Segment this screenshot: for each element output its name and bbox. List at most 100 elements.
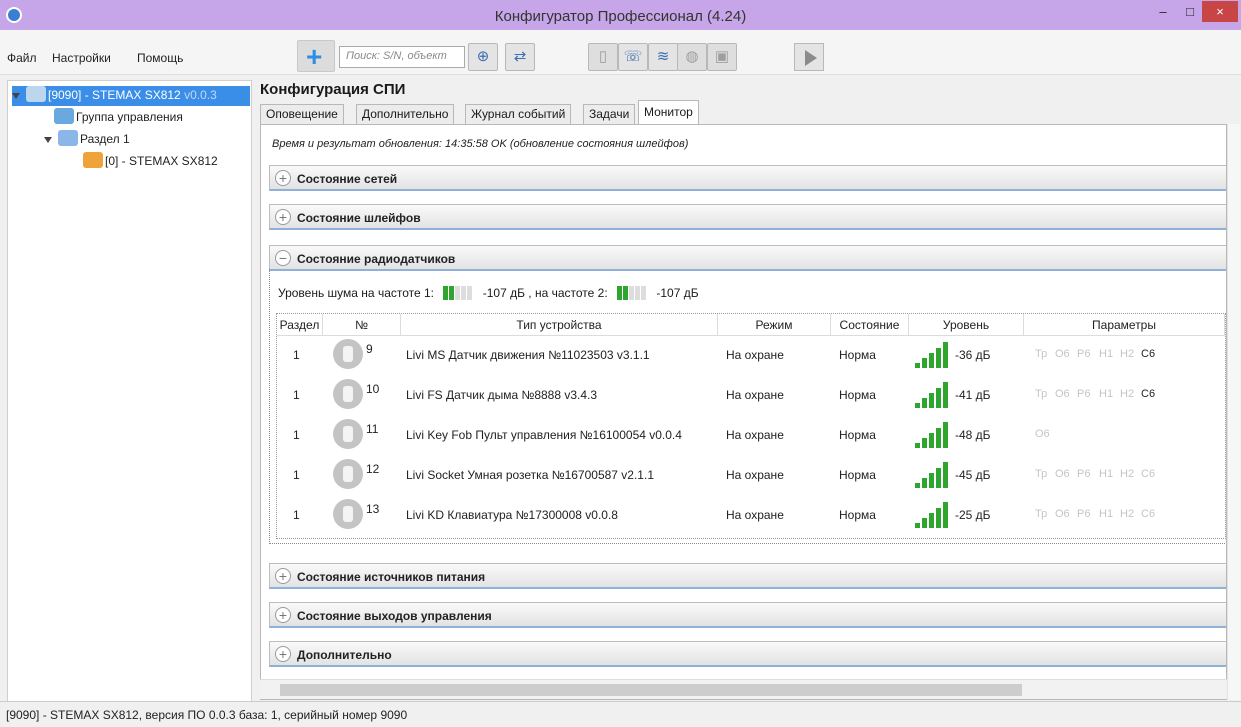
cell-section: 1 xyxy=(293,428,300,442)
search-object-button[interactable]: ⊕ xyxy=(468,43,498,71)
tab-tasks[interactable]: Задачи xyxy=(583,104,636,124)
cell-type: Livi KD Клавиатура №17300008 v0.0.8 xyxy=(406,508,618,522)
collapse-icon[interactable]: − xyxy=(275,250,291,266)
status-text: [9090] - STEMAX SX812, версия ПО 0.0.3 б… xyxy=(6,708,408,722)
maximize-button[interactable]: □ xyxy=(1177,1,1203,22)
play-button[interactable] xyxy=(794,43,824,71)
param-n2: Н2 xyxy=(1120,388,1135,400)
cell-section: 1 xyxy=(293,468,300,482)
cell-type: Livi Key Fob Пульт управления №16100054 … xyxy=(406,428,682,442)
noise-bars-icon xyxy=(617,286,647,303)
table-row[interactable]: 1 12 Livi Socket Умная розетка №16700587… xyxy=(277,456,1225,496)
device-icon: ▣ xyxy=(714,48,730,65)
expand-icon[interactable]: + xyxy=(275,646,291,662)
close-button[interactable]: × xyxy=(1202,1,1238,22)
signal-icon xyxy=(915,342,951,368)
table-row[interactable]: 1 9 Livi MS Датчик движения №11023503 v3… xyxy=(277,336,1225,376)
cell-level: -41 дБ xyxy=(955,388,991,402)
device-button[interactable]: ▣ xyxy=(707,43,737,71)
section-power[interactable]: + Состояние источников питания xyxy=(269,563,1226,589)
phone-icon: ☏ xyxy=(623,48,643,65)
cell-section: 1 xyxy=(293,348,300,362)
section-networks[interactable]: + Состояние сетей xyxy=(269,165,1226,191)
cell-level: -45 дБ xyxy=(955,468,991,482)
signal-icon xyxy=(915,502,951,528)
usb-icon: ▯ xyxy=(598,48,608,65)
expand-icon[interactable]: + xyxy=(275,568,291,584)
device-tree: [9090] - STEMAX SX812 v0.0.3 Группа упра… xyxy=(7,80,252,702)
menu-file[interactable]: Файл xyxy=(7,51,37,65)
cell-mode: На охране xyxy=(726,428,784,442)
param-tp: Тр xyxy=(1035,388,1048,400)
tree-item-group[interactable]: Группа управления xyxy=(54,108,183,128)
col-header[interactable]: Уровень xyxy=(909,314,1024,336)
cell-section: 1 xyxy=(293,508,300,522)
tab-monitor[interactable]: Монитор xyxy=(638,100,699,124)
search-icon: ⊕ xyxy=(476,48,490,65)
param-o6: О6 xyxy=(1035,428,1050,440)
section-label: Состояние выходов управления xyxy=(297,609,492,623)
menu-settings[interactable]: Настройки xyxy=(52,51,111,65)
expand-icon[interactable] xyxy=(12,93,20,99)
section-outputs[interactable]: + Состояние выходов управления xyxy=(269,602,1226,628)
noise-bars-icon xyxy=(443,286,473,303)
tree-item-section[interactable]: Раздел 1 xyxy=(44,130,130,150)
table-row[interactable]: 1 10 Livi FS Датчик дыма №8888 v3.4.3 На… xyxy=(277,376,1225,416)
usb-button[interactable]: ▯ xyxy=(588,43,618,71)
section-radio-sensors[interactable]: − Состояние радиодатчиков xyxy=(269,245,1226,271)
expand-icon[interactable] xyxy=(44,137,52,143)
menu-help[interactable]: Помощь xyxy=(137,51,183,65)
param-n1: Н1 xyxy=(1099,468,1114,480)
col-header[interactable]: Тип устройства xyxy=(401,314,718,336)
phone-button[interactable]: ☏ xyxy=(618,43,648,71)
tree-section-label: Раздел 1 xyxy=(80,132,130,146)
param-o6: О6 xyxy=(1055,388,1070,400)
section-label: Состояние шлейфов xyxy=(297,211,421,225)
param-r6: Р6 xyxy=(1077,388,1091,400)
col-header[interactable]: Режим xyxy=(718,314,831,336)
table-row[interactable]: 1 11 Livi Key Fob Пульт управления №1610… xyxy=(277,416,1225,456)
table-row[interactable]: 1 13 Livi KD Клавиатура №17300008 v0.0.8… xyxy=(277,496,1225,536)
col-header[interactable]: № xyxy=(323,314,401,336)
tree-item-root[interactable]: [9090] - STEMAX SX812 v0.0.3 xyxy=(12,86,250,106)
cell-type: Livi Socket Умная розетка №16700587 v2.1… xyxy=(406,468,654,482)
minimize-button[interactable]: – xyxy=(1150,1,1176,22)
col-header[interactable]: Раздел xyxy=(277,314,323,336)
section-label: Состояние радиодатчиков xyxy=(297,252,456,266)
param-n2: Н2 xyxy=(1120,508,1135,520)
add-device-button[interactable]: + xyxy=(297,40,335,72)
cell-mode: На охране xyxy=(726,388,784,402)
tree-item-device[interactable]: [0] - STEMAX SX812 xyxy=(83,152,218,172)
section-loops[interactable]: + Состояние шлейфов xyxy=(269,204,1226,230)
tree-root-label: [9090] - STEMAX SX812 xyxy=(48,88,181,102)
col-header[interactable]: Состояние xyxy=(831,314,909,336)
noise-label-1: Уровень шума на частоте 1: xyxy=(278,286,435,300)
section-extra[interactable]: + Дополнительно xyxy=(269,641,1226,667)
param-r6: Р6 xyxy=(1077,508,1091,520)
cloud-button[interactable]: ◍ xyxy=(677,43,707,71)
expand-icon[interactable]: + xyxy=(275,170,291,186)
tab-additional[interactable]: Дополнительно xyxy=(356,104,455,124)
expand-icon[interactable]: + xyxy=(275,209,291,225)
vertical-scrollbar[interactable] xyxy=(1227,124,1240,700)
param-r6: Р6 xyxy=(1077,348,1091,360)
scroll-thumb[interactable] xyxy=(280,684,1022,696)
col-header[interactable]: Параметры xyxy=(1024,314,1225,336)
expand-icon[interactable]: + xyxy=(275,607,291,623)
tab-notifications[interactable]: Оповещение xyxy=(260,104,344,124)
section-label: Состояние сетей xyxy=(297,172,398,186)
horizontal-scrollbar[interactable] xyxy=(260,679,1227,699)
cell-mode: На охране xyxy=(726,348,784,362)
smoke-sensor-icon xyxy=(333,379,363,409)
param-s6: С6 xyxy=(1141,468,1156,480)
param-n1: Н1 xyxy=(1099,388,1114,400)
monitor-panel: Время и результат обновления: 14:35:58 O… xyxy=(260,124,1227,700)
cell-state: Норма xyxy=(839,388,876,402)
cell-level: -48 дБ xyxy=(955,428,991,442)
tab-event-log[interactable]: Журнал событий xyxy=(465,104,572,124)
search-input[interactable]: Поиск: S/N, объект xyxy=(339,46,465,68)
window-title: Конфигуратор Профессионал (4.24) xyxy=(494,8,747,25)
wifi-button[interactable]: ≋ xyxy=(648,43,678,71)
param-o6: О6 xyxy=(1055,508,1070,520)
connect-button[interactable]: ⇄ xyxy=(505,43,535,71)
